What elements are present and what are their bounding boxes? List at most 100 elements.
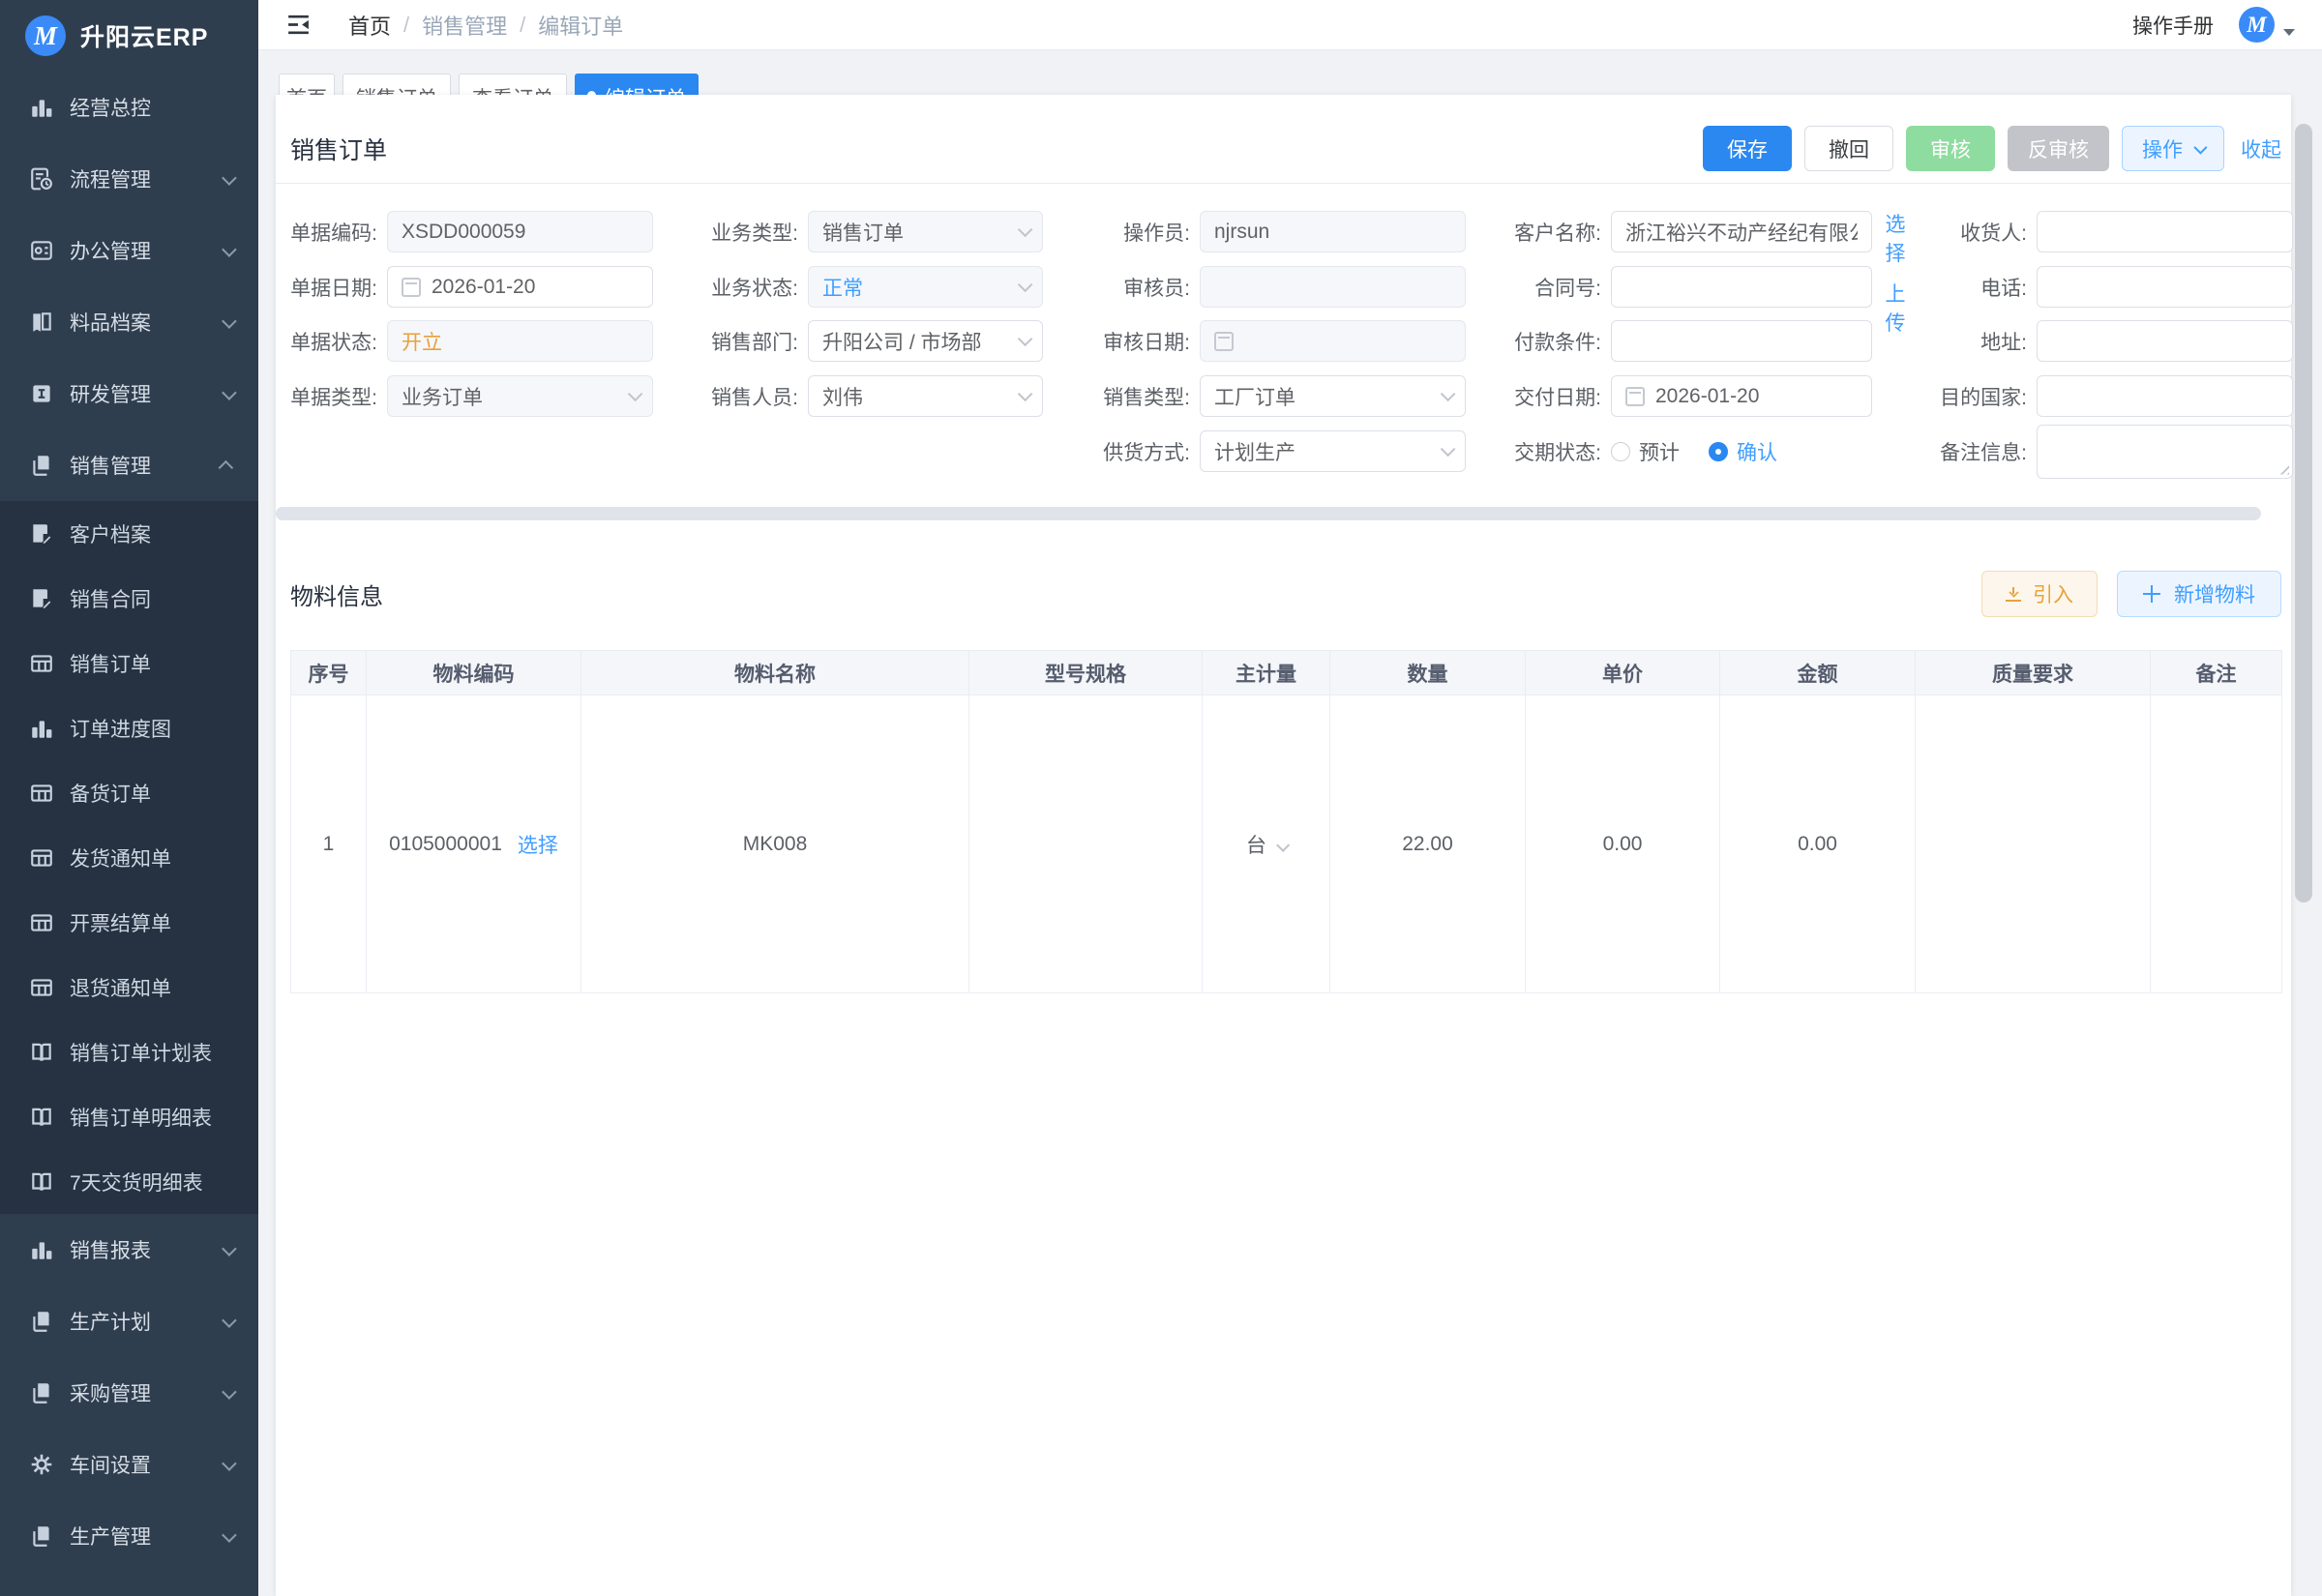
sidebar-item-label: 流程管理 xyxy=(70,164,151,193)
sales-type-select[interactable]: 工厂订单 xyxy=(1200,375,1466,417)
sidebar-item-label: 办公管理 xyxy=(70,236,151,265)
sidebar-item-office-mgmt[interactable]: 办公管理 xyxy=(0,215,258,286)
sidebar-item-processing-workshop[interactable]: 加工车间 xyxy=(0,1572,258,1596)
import-button[interactable]: 引入 xyxy=(1981,571,2098,617)
field-label: 收货人: xyxy=(1901,218,2027,247)
panel-header: 销售订单 保存 撤回 审核 反审核 操作 收起 xyxy=(276,95,2291,184)
sidebar-item-sales-order[interactable]: 销售订单 xyxy=(0,631,258,695)
address-input[interactable] xyxy=(2037,320,2293,362)
unit-select[interactable]: 台 xyxy=(1246,835,1286,857)
sidebar-item-stock-order[interactable]: 备货订单 xyxy=(0,760,258,825)
chevron-down-icon xyxy=(222,1456,237,1471)
table-header-row: 序号 物料编码 物料名称 型号规格 主计量 数量 单价 金额 质量要求 备注 xyxy=(291,651,2282,695)
sidebar-item-workshop-settings[interactable]: 车间设置 xyxy=(0,1429,258,1500)
breadcrumb-section[interactable]: 销售管理 xyxy=(422,10,507,41)
dev-icon xyxy=(29,381,54,406)
dest-country-input[interactable] xyxy=(2037,375,2293,417)
table-icon xyxy=(29,781,54,806)
payment-terms-input[interactable] xyxy=(1611,320,1872,362)
supply-mode-select[interactable]: 计划生产 xyxy=(1200,430,1466,472)
horizontal-scrollbar[interactable] xyxy=(276,507,2261,520)
sidebar-item-order-plan-report[interactable]: 销售订单计划表 xyxy=(0,1020,258,1084)
col-remark: 备注 xyxy=(2151,651,2282,695)
salesperson-select[interactable]: 刘伟 xyxy=(808,375,1043,417)
field-delivery-state: 交期状态: 预计 确认 xyxy=(1466,430,1777,472)
cell-price[interactable]: 0.00 xyxy=(1526,695,1720,993)
sidebar-item-label: 采购管理 xyxy=(70,1378,151,1407)
field-value: 2026-01-20 xyxy=(1655,385,1858,408)
sidebar-item-material-archive[interactable]: 料品档案 xyxy=(0,286,258,358)
audit-date-picker xyxy=(1200,320,1466,362)
sidebar-item-label: 开票结算单 xyxy=(70,908,171,937)
sidebar-item-label: 销售订单 xyxy=(70,649,151,678)
sidebar-item-7day-delivery-report[interactable]: 7天交货明细表 xyxy=(0,1149,258,1214)
calendar-icon xyxy=(1625,387,1645,406)
user-menu-caret-icon[interactable] xyxy=(2283,29,2295,36)
save-button[interactable]: 保存 xyxy=(1703,126,1792,171)
sidebar-item-production-mgmt[interactable]: 生产管理 xyxy=(0,1500,258,1572)
sidebar-item-order-progress[interactable]: 订单进度图 xyxy=(0,695,258,760)
radio-estimate[interactable]: 预计 xyxy=(1611,437,1680,466)
collapse-link[interactable]: 收起 xyxy=(2241,134,2281,163)
sidebar-item-rd-mgmt[interactable]: 研发管理 xyxy=(0,358,258,429)
topbar: 首页 / 销售管理 / 编辑订单 操作手册 M xyxy=(258,0,2322,50)
sidebar-item-shipping-notice[interactable]: 发货通知单 xyxy=(0,825,258,890)
doc-date-picker[interactable]: 2026-01-20 xyxy=(387,266,653,308)
doc-edit-icon xyxy=(29,586,54,611)
sales-dept-select[interactable]: 升阳公司 / 市场部 xyxy=(808,320,1043,362)
sidebar-item-purchase-mgmt[interactable]: 采购管理 xyxy=(0,1357,258,1429)
sidebar-item-sales-mgmt[interactable]: 销售管理 xyxy=(0,429,258,501)
customer-select-link[interactable]: 选择 xyxy=(1884,211,1907,269)
field-label: 业务状态: xyxy=(677,273,798,302)
consignee-input[interactable] xyxy=(2037,211,2293,252)
sidebar-fold-icon[interactable] xyxy=(285,12,312,38)
cell-qty[interactable]: 22.00 xyxy=(1330,695,1526,993)
customer-input[interactable]: 浙江裕兴不动产经纪有限公司 xyxy=(1611,211,1872,252)
radio-label: 预计 xyxy=(1639,437,1680,466)
add-material-button[interactable]: 新增物料 xyxy=(2117,571,2281,617)
field-value: 升阳公司 / 市场部 xyxy=(822,327,1010,356)
page-title: 销售订单 xyxy=(290,132,387,166)
customer-upload-link[interactable]: 上传 xyxy=(1884,281,1907,339)
breadcrumb-page: 编辑订单 xyxy=(538,10,623,41)
vertical-scrollbar[interactable] xyxy=(2295,124,2312,902)
open-book-icon xyxy=(29,1169,54,1195)
remark-textarea[interactable] xyxy=(2037,425,2293,479)
sidebar-item-order-detail-report[interactable]: 销售订单明细表 xyxy=(0,1084,258,1149)
sidebar-item-label: 7天交货明细表 xyxy=(70,1167,203,1197)
recall-button[interactable]: 撤回 xyxy=(1804,126,1893,171)
sidebar-item-invoice-settlement[interactable]: 开票结算单 xyxy=(0,890,258,955)
sidebar-item-label: 销售订单计划表 xyxy=(70,1038,212,1067)
breadcrumb: 首页 / 销售管理 / 编辑订单 xyxy=(348,10,623,41)
actions-dropdown-button[interactable]: 操作 xyxy=(2122,126,2224,171)
resize-handle-icon[interactable] xyxy=(2278,464,2289,475)
sidebar-item-business-control[interactable]: 经营总控 xyxy=(0,72,258,143)
col-quality: 质量要求 xyxy=(1916,651,2151,695)
field-value: 浙江裕兴不动产经纪有限公司 xyxy=(1625,218,1858,247)
sidebar-item-customer-archive[interactable]: 客户档案 xyxy=(0,501,258,566)
cell-remark[interactable] xyxy=(2151,695,2282,993)
calendar-icon xyxy=(1214,332,1234,351)
phone-input[interactable] xyxy=(2037,266,2293,308)
avatar[interactable]: M xyxy=(2239,7,2275,43)
field-doc-date: 单据日期: 2026-01-20 xyxy=(281,266,653,308)
sidebar-item-production-plan[interactable]: 生产计划 xyxy=(0,1286,258,1357)
sidebar-item-process-mgmt[interactable]: 流程管理 xyxy=(0,143,258,215)
delivery-date-picker[interactable]: 2026-01-20 xyxy=(1611,375,1872,417)
field-label: 操作员: xyxy=(1082,218,1190,247)
breadcrumb-home[interactable]: 首页 xyxy=(348,10,391,41)
bar-chart-icon xyxy=(29,1237,54,1262)
contract-no-input[interactable] xyxy=(1611,266,1872,308)
flow-doc-icon xyxy=(29,166,54,192)
field-value: 业务订单 xyxy=(402,382,620,411)
sidebar-item-sales-contract[interactable]: 销售合同 xyxy=(0,566,258,631)
sidebar-item-label: 车间设置 xyxy=(70,1450,151,1479)
add-label: 新增物料 xyxy=(2174,579,2255,608)
radio-confirm[interactable]: 确认 xyxy=(1709,437,1777,466)
col-spec: 型号规格 xyxy=(969,651,1203,695)
material-pick-link[interactable]: 选择 xyxy=(518,830,558,859)
cell-quality[interactable] xyxy=(1916,695,2151,993)
sidebar-item-return-notice[interactable]: 退货通知单 xyxy=(0,955,258,1020)
manual-link[interactable]: 操作手册 xyxy=(2132,11,2214,40)
sidebar-item-sales-report[interactable]: 销售报表 xyxy=(0,1214,258,1286)
